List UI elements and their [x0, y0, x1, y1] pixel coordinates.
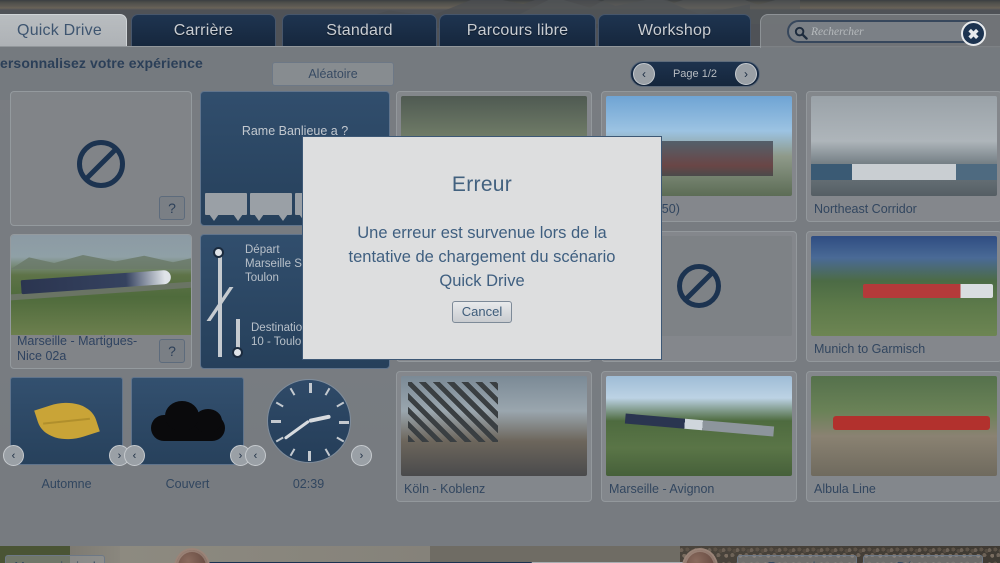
error-message-line-1: Une erreur est survenue lors de la — [357, 224, 607, 242]
error-dialog-message: Une erreur est survenue lors de la tenta… — [303, 221, 661, 293]
error-dialog-title: Erreur — [451, 173, 513, 196]
cancel-button[interactable]: Cancel — [451, 301, 513, 323]
error-message-line-2: tentative de chargement du scénario — [348, 248, 616, 266]
error-message-line-3: Quick Drive — [439, 272, 525, 290]
error-dialog: Erreur Une erreur est survenue lors de l… — [302, 136, 662, 360]
quick-drive-screen: Quick Drive Carrière Standard Parcours l… — [0, 0, 1000, 563]
